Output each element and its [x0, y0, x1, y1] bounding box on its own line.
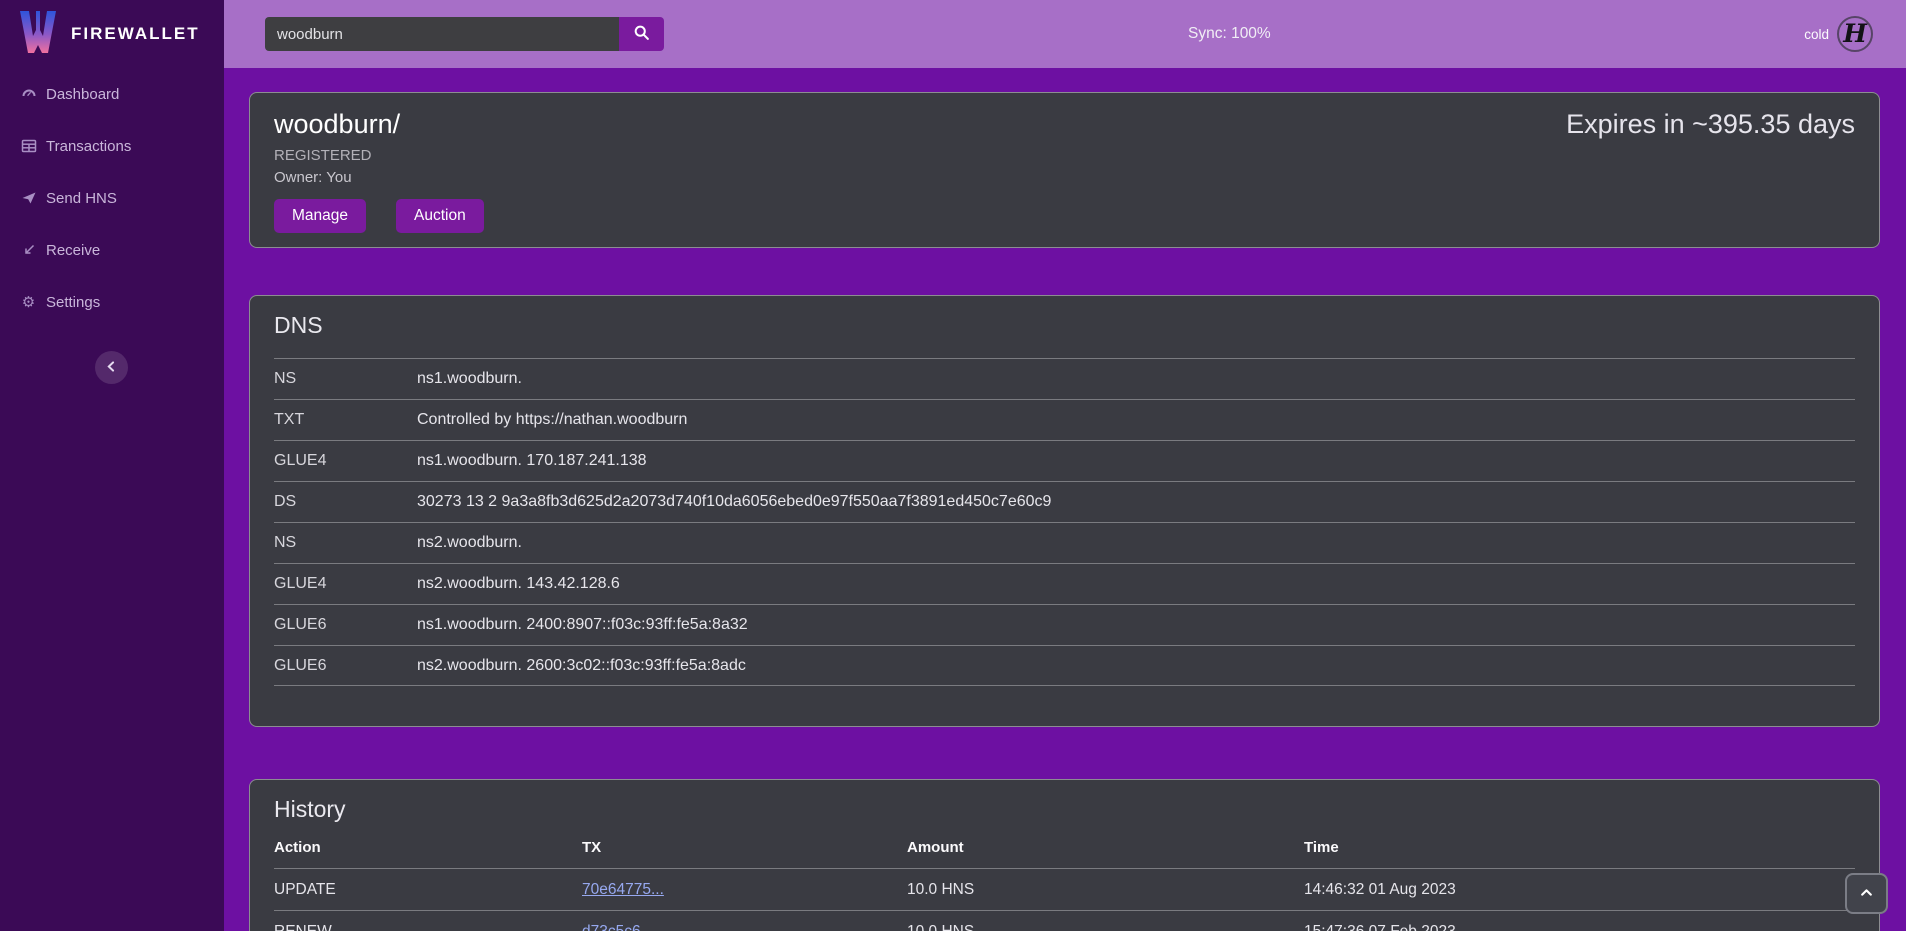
dns-record-type: GLUE6 — [274, 657, 417, 675]
dns-record-row: GLUE6 ns2.woodburn. 2600:3c02::f03c:93ff… — [274, 645, 1855, 686]
sync-status: Sync: 100% — [1188, 0, 1271, 68]
dns-record-row: NS ns2.woodburn. — [274, 522, 1855, 563]
dns-card-title: DNS — [274, 312, 1855, 339]
sidebar-nav: Dashboard Transactions Send HNS Receive … — [0, 68, 224, 328]
sidebar-item-label: Transactions — [46, 138, 131, 155]
manage-button[interactable]: Manage — [274, 199, 366, 233]
arrow-down-left-icon — [20, 242, 37, 259]
history-row: RENEW d73c5c6... 10.0 HNS 15:47:36 07 Fe… — [274, 911, 1855, 931]
dns-record-row: GLUE6 ns1.woodburn. 2400:8907::f03c:93ff… — [274, 604, 1855, 645]
chevron-up-icon — [1859, 885, 1874, 903]
dns-record-value: ns1.woodburn. 170.187.241.138 — [417, 452, 1855, 470]
dns-record-value: ns1.woodburn. — [417, 370, 1855, 388]
domain-name-title: woodburn/ — [274, 109, 484, 140]
sidebar-item-label: Settings — [46, 294, 100, 311]
history-amount: 10.0 HNS — [907, 923, 1304, 931]
sidebar-item-label: Receive — [46, 242, 100, 259]
dns-record-row: DS 30273 13 2 9a3a8fb3d625d2a2073d740f10… — [274, 481, 1855, 522]
dns-record-type: NS — [274, 534, 417, 552]
history-col-action: Action — [274, 839, 582, 856]
search-bar — [265, 17, 664, 51]
history-time: 15:47:36 07 Feb 2023 — [1304, 923, 1855, 931]
history-action: RENEW — [274, 923, 582, 931]
firewallet-logo-icon — [18, 10, 58, 59]
tx-hash-link[interactable]: d73c5c6... — [582, 923, 654, 931]
gear-icon: ⚙ — [20, 294, 37, 311]
tx-hash-link[interactable]: 70e64775... — [582, 881, 664, 898]
history-amount: 10.0 HNS — [907, 881, 1304, 899]
dns-record-type: GLUE6 — [274, 616, 417, 634]
dns-record-value: ns2.woodburn. — [417, 534, 1855, 552]
history-time: 14:46:32 01 Aug 2023 — [1304, 881, 1855, 899]
sidebar-item-dashboard[interactable]: Dashboard — [0, 68, 224, 120]
dns-record-value: Controlled by https://nathan.woodburn — [417, 411, 1855, 429]
domain-owner: Owner: You — [274, 169, 484, 186]
search-input[interactable] — [265, 17, 619, 51]
gauge-icon — [20, 86, 37, 103]
history-card: History Action TX Amount Time UPDATE 70e… — [249, 779, 1880, 931]
wallet-name: cold — [1804, 27, 1829, 42]
dns-record-type: GLUE4 — [274, 575, 417, 593]
topbar: Sync: 100% cold H — [224, 0, 1906, 68]
sidebar-item-transactions[interactable]: Transactions — [0, 120, 224, 172]
brand-name: FIREWALLET — [71, 24, 200, 44]
table-icon — [20, 138, 37, 155]
dns-record-value: ns2.woodburn. 143.42.128.6 — [417, 575, 1855, 593]
dns-record-value: ns1.woodburn. 2400:8907::f03c:93ff:fe5a:… — [417, 616, 1855, 634]
paper-plane-icon — [20, 190, 37, 207]
history-action: UPDATE — [274, 881, 582, 899]
dns-card: DNS NS ns1.woodburn. TXT Controlled by h… — [249, 295, 1880, 727]
dns-record-value: ns2.woodburn. 2600:3c02::f03c:93ff:fe5a:… — [417, 657, 1855, 675]
dns-record-type: TXT — [274, 411, 417, 429]
dns-record-row: TXT Controlled by https://nathan.woodbur… — [274, 399, 1855, 440]
sidebar-item-settings[interactable]: ⚙ Settings — [0, 276, 224, 328]
domain-status: REGISTERED — [274, 147, 484, 164]
history-col-amount: Amount — [907, 839, 1304, 856]
dns-record-type: DS — [274, 493, 417, 511]
scroll-to-top-button[interactable] — [1845, 873, 1888, 914]
sidebar-item-receive[interactable]: Receive — [0, 224, 224, 276]
search-icon — [633, 24, 650, 44]
dns-record-value: 30273 13 2 9a3a8fb3d625d2a2073d740f10da6… — [417, 493, 1855, 511]
history-col-tx: TX — [582, 839, 907, 856]
dns-record-type: GLUE4 — [274, 452, 417, 470]
dns-record-type: NS — [274, 370, 417, 388]
wallet-selector[interactable]: cold H — [1804, 0, 1873, 68]
sidebar-item-label: Send HNS — [46, 190, 117, 207]
history-card-title: History — [274, 796, 1855, 823]
sidebar: FIREWALLET Dashboard Transactions Send H… — [0, 0, 224, 931]
sidebar-item-send-hns[interactable]: Send HNS — [0, 172, 224, 224]
search-button[interactable] — [619, 17, 664, 51]
chevron-left-icon — [105, 360, 118, 376]
domain-expiry: Expires in ~395.35 days — [1566, 109, 1855, 229]
auction-button[interactable]: Auction — [396, 199, 484, 233]
brand[interactable]: FIREWALLET — [0, 0, 224, 68]
dns-record-row: GLUE4 ns2.woodburn. 143.42.128.6 — [274, 563, 1855, 604]
history-table-header: Action TX Amount Time — [274, 839, 1855, 869]
dns-record-row: NS ns1.woodburn. — [274, 358, 1855, 399]
history-col-time: Time — [1304, 839, 1855, 856]
sidebar-item-label: Dashboard — [46, 86, 119, 103]
dns-table: NS ns1.woodburn. TXT Controlled by https… — [274, 358, 1855, 686]
handshake-logo-icon: H — [1837, 16, 1873, 52]
dns-record-row: GLUE4 ns1.woodburn. 170.187.241.138 — [274, 440, 1855, 481]
history-row: UPDATE 70e64775... 10.0 HNS 14:46:32 01 … — [274, 869, 1855, 911]
main-content: woodburn/ REGISTERED Owner: You Manage A… — [224, 0, 1906, 931]
domain-card: woodburn/ REGISTERED Owner: You Manage A… — [249, 92, 1880, 248]
sidebar-collapse-button[interactable] — [95, 351, 128, 384]
